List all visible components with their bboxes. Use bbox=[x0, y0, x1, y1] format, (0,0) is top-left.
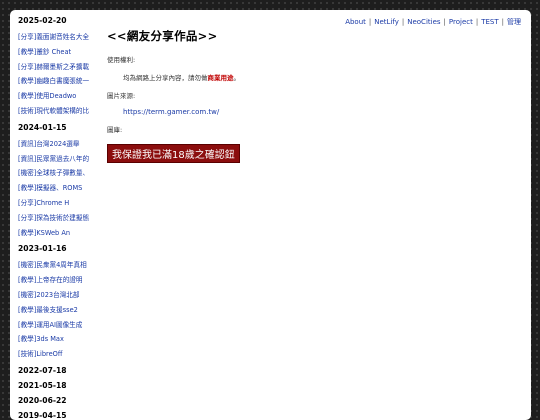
sidebar-date: 2024-01-15 bbox=[18, 122, 67, 132]
nav-separator: | bbox=[368, 18, 372, 26]
sidebar-entry[interactable]: [分享]探為技術於建擬態 bbox=[18, 211, 102, 226]
sidebar-entry[interactable]: [教學]3ds Max bbox=[18, 332, 102, 347]
sidebar-date: 2019-04-15 bbox=[18, 410, 67, 420]
sidebar-entry[interactable]: [教學]運用AI圖像生成 bbox=[18, 318, 102, 333]
nav-separator: | bbox=[475, 18, 479, 26]
nav-separator: | bbox=[401, 18, 405, 26]
sidebar-entry[interactable]: [分享]赫爾墨斯之矛擴載 bbox=[18, 60, 102, 75]
sidebar-entry[interactable]: [教學]KSWeb An bbox=[18, 226, 102, 241]
image-label: 圖庫: bbox=[107, 126, 123, 134]
terms-text-main: 均為網路上分享內容，請勿做 bbox=[123, 74, 208, 82]
terms-highlight: 商業用途 bbox=[207, 74, 234, 82]
nav-neocities-link[interactable]: NeoCities bbox=[407, 18, 440, 26]
terms-text-end: 。 bbox=[233, 74, 241, 82]
sidebar-date: 2023-01-16 bbox=[18, 244, 67, 254]
source-url-link[interactable]: https://term.gamer.com.tw/ bbox=[123, 108, 517, 116]
sidebar-entry[interactable]: [教學]使用Deadwo bbox=[18, 89, 102, 104]
main-content: <<網友分享作品>> 使用權利: 均為網路上分享內容，請勿做商業用途。 圖片來源… bbox=[107, 28, 517, 163]
sidebar-entry[interactable]: [技術]LibreOff bbox=[18, 347, 102, 362]
source-label: 圖片來源: bbox=[107, 92, 136, 100]
sidebar-entry[interactable]: [資訊]民眾黨過去八年的 bbox=[18, 152, 102, 167]
sidebar-entry[interactable]: [機密]民衆黨4周年真相 bbox=[18, 258, 102, 273]
sidebar-entry[interactable]: [教學]幽趣白書魔張統一 bbox=[18, 74, 102, 89]
terms-label: 使用權利: bbox=[107, 56, 136, 64]
nav-separator: | bbox=[501, 18, 504, 26]
sidebar-entry[interactable]: [技術]現代軟體架構的比 bbox=[18, 104, 102, 119]
top-nav: About | NetLify | NeoCities | Project | TEST | 管理 bbox=[345, 17, 521, 27]
nav-separator: | bbox=[443, 18, 446, 26]
nav-project-link[interactable]: Project bbox=[449, 18, 473, 26]
nav-test-link[interactable]: TEST bbox=[481, 18, 498, 26]
sidebar-date: 2020-06-22 bbox=[18, 395, 67, 405]
sidebar-entry[interactable]: [機密]全球核子彈數量、 bbox=[18, 166, 102, 181]
age-confirm-button[interactable]: 我保證我已滿18歲之確認鈕 bbox=[107, 144, 240, 163]
nav-netlify-link[interactable]: NetLify bbox=[374, 18, 399, 26]
sidebar-entry[interactable]: [教學]最後支援sse2 bbox=[18, 303, 102, 318]
sidebar-entry[interactable]: [機密]2023台灣北部 bbox=[18, 288, 102, 303]
sidebar-entry[interactable]: [資訊]台灣2024選舉 bbox=[18, 137, 102, 152]
nav-admin-link[interactable]: 管理 bbox=[507, 18, 521, 26]
sidebar-entry[interactable]: [分享]義面謝音姓名大全 bbox=[18, 30, 102, 45]
sidebar-entry[interactable]: [教學]上帝存在的證明 bbox=[18, 273, 102, 288]
terms-text: 均為網路上分享內容，請勿做商業用途。 bbox=[123, 72, 517, 82]
page-title: <<網友分享作品>> bbox=[107, 29, 218, 43]
sidebar-entry[interactable]: [分享]Chrome H bbox=[18, 196, 102, 211]
sidebar-entry[interactable]: [教學]叢鈔 Cheat bbox=[18, 45, 102, 60]
sidebar: 2025-02-20 [分享]義面謝音姓名大全 [教學]叢鈔 Cheat [分享… bbox=[10, 10, 106, 420]
nav-about-link[interactable]: About bbox=[345, 18, 366, 26]
sidebar-date: 2022-07-18 bbox=[18, 365, 67, 375]
page-card: 2025-02-20 [分享]義面謝音姓名大全 [教學]叢鈔 Cheat [分享… bbox=[10, 10, 531, 420]
sidebar-date: 2025-02-20 bbox=[18, 16, 67, 25]
sidebar-entry[interactable]: [教學]模擬器、ROMS bbox=[18, 181, 102, 196]
sidebar-date: 2021-05-18 bbox=[18, 380, 67, 390]
